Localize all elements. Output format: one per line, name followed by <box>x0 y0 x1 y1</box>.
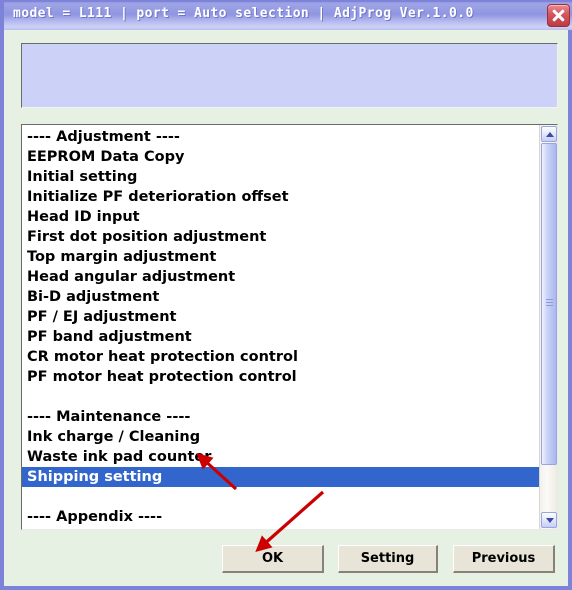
list-item[interactable] <box>22 487 540 507</box>
list-item[interactable]: ---- Maintenance ---- <box>22 407 540 427</box>
list-item[interactable]: First dot position adjustment <box>22 227 540 247</box>
list-item[interactable]: Initialize PF deterioration offset <box>22 187 540 207</box>
list-item[interactable]: ---- Adjustment ---- <box>22 127 540 147</box>
previous-button[interactable]: Previous <box>453 545 555 573</box>
setting-button[interactable]: Setting <box>338 545 438 573</box>
list-item[interactable]: PF motor heat protection control <box>22 367 540 387</box>
title-bar: model = L111 | port = Auto selection | A… <box>4 0 572 30</box>
chevron-up-icon <box>546 132 554 137</box>
list-item[interactable]: EEPROM Data Copy <box>22 147 540 167</box>
status-message-text <box>22 44 557 50</box>
scrollbar-grip-icon <box>546 299 553 308</box>
scroll-up-button[interactable] <box>541 126 557 142</box>
list-scrollbar[interactable] <box>539 125 557 529</box>
window-title: model = L111 | port = Auto selection | A… <box>13 6 474 21</box>
close-icon[interactable] <box>547 4 570 27</box>
chevron-down-icon <box>546 518 554 523</box>
list-item[interactable] <box>22 387 540 407</box>
ok-button[interactable]: OK <box>222 545 324 573</box>
list-item[interactable]: CR motor heat protection control <box>22 347 540 367</box>
function-list-box[interactable]: ---- Adjustment ---- EEPROM Data Copy Init… <box>21 124 558 530</box>
list-item[interactable]: Initial setting <box>22 167 540 187</box>
scroll-down-button[interactable] <box>541 512 557 528</box>
list-item[interactable]: Shipping setting <box>22 467 540 487</box>
scrollbar-thumb[interactable] <box>541 143 557 465</box>
list-item[interactable]: Head ID input <box>22 207 540 227</box>
application-window: model = L111 | port = Auto selection | A… <box>0 0 572 590</box>
list-item[interactable]: Head angular adjustment <box>22 267 540 287</box>
status-message-panel[interactable] <box>21 43 558 108</box>
list-item[interactable]: ---- Appendix ---- <box>22 507 540 527</box>
list-item[interactable]: PF band adjustment <box>22 327 540 347</box>
list-item[interactable]: Waste ink pad counter <box>22 447 540 467</box>
list-item[interactable]: Ink charge / Cleaning <box>22 427 540 447</box>
list-item[interactable]: PF / EJ adjustment <box>22 307 540 327</box>
list-item[interactable]: Top margin adjustment <box>22 247 540 267</box>
list-item[interactable]: Bi-D adjustment <box>22 287 540 307</box>
function-list-items: ---- Adjustment ---- EEPROM Data Copy Init… <box>22 125 540 527</box>
